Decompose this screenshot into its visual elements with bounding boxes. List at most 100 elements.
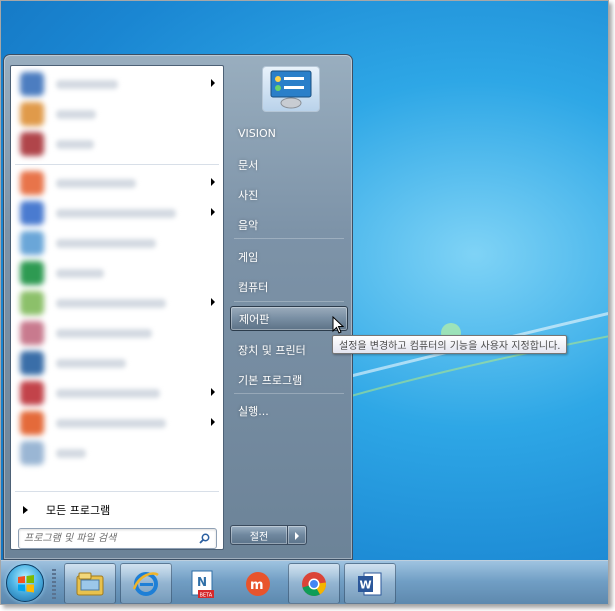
program-icon xyxy=(20,441,44,465)
program-item[interactable] xyxy=(14,229,221,257)
separator xyxy=(234,301,344,302)
separator xyxy=(15,164,219,165)
program-label xyxy=(56,328,152,338)
mouse-cursor-icon xyxy=(332,316,344,334)
program-label xyxy=(56,238,156,248)
program-icon xyxy=(20,132,44,156)
start-menu: 모든 프로그램 VISION 문서 사진 xyxy=(3,54,353,560)
menu-item-default-programs[interactable]: 기본 프로그램 xyxy=(230,367,348,392)
program-icon xyxy=(20,171,44,195)
menu-item-devices-printers[interactable]: 장치 및 프린터 xyxy=(230,337,348,362)
submenu-arrow-icon[interactable] xyxy=(211,388,215,396)
word-icon: W xyxy=(358,572,382,595)
submenu-arrow-icon[interactable] xyxy=(211,178,215,186)
program-label xyxy=(56,178,136,188)
taskbar-word-button[interactable]: W xyxy=(344,563,396,604)
program-label xyxy=(56,388,160,398)
program-icon xyxy=(20,411,44,435)
program-item[interactable] xyxy=(14,169,221,197)
submenu-arrow-icon[interactable] xyxy=(211,418,215,426)
menu-item-label: 문서 xyxy=(238,158,259,172)
taskbar-meebo-button[interactable]: m xyxy=(232,563,284,604)
chrome-icon xyxy=(302,571,326,596)
search-icon[interactable] xyxy=(199,533,210,544)
control-panel-picture-icon xyxy=(270,70,312,109)
program-icon xyxy=(20,291,44,315)
control-panel-tooltip: 설정을 변경하고 컴퓨터의 기능을 사용자 지정합니다. xyxy=(332,335,568,354)
program-item[interactable] xyxy=(14,259,221,287)
screenshot-frame: 모든 프로그램 VISION 문서 사진 xyxy=(0,0,609,605)
program-label xyxy=(56,358,126,368)
menu-item-label: 기본 프로그램 xyxy=(238,373,303,387)
wallpaper-light-streak xyxy=(331,311,608,397)
program-item[interactable] xyxy=(14,349,221,377)
program-label xyxy=(56,298,166,308)
program-item[interactable] xyxy=(14,199,221,227)
program-icon xyxy=(20,231,44,255)
program-icon xyxy=(20,72,44,96)
menu-item-games[interactable]: 게임 xyxy=(230,244,348,269)
program-label xyxy=(56,139,94,149)
program-icon xyxy=(20,102,44,126)
shutdown-button[interactable]: 절전 xyxy=(230,525,288,545)
menu-item-label: 사진 xyxy=(238,188,259,202)
svg-text:N: N xyxy=(197,575,207,589)
user-picture[interactable] xyxy=(262,66,320,112)
taskbar-note-button[interactable]: N BETA xyxy=(176,563,228,604)
program-label xyxy=(56,109,96,119)
programs-pane: 모든 프로그램 xyxy=(10,65,224,550)
menu-item-label: 음악 xyxy=(238,218,259,232)
program-label xyxy=(56,79,118,89)
menu-item-label: VISION xyxy=(238,127,276,140)
separator xyxy=(15,491,219,492)
program-item[interactable] xyxy=(14,409,221,437)
program-item[interactable] xyxy=(14,439,221,467)
program-label xyxy=(56,268,104,278)
search-box[interactable] xyxy=(18,528,217,549)
menu-item-run[interactable]: 실행... xyxy=(230,398,348,423)
svg-text:m: m xyxy=(250,578,264,593)
program-item[interactable] xyxy=(14,289,221,317)
menu-item-vision[interactable]: VISION xyxy=(230,121,348,146)
separator xyxy=(234,238,344,239)
taskbar: N BETA m W xyxy=(1,560,608,604)
program-label xyxy=(56,418,166,428)
program-item[interactable] xyxy=(14,70,221,98)
all-programs-label: 모든 프로그램 xyxy=(46,504,111,517)
taskbar-grip[interactable] xyxy=(52,569,56,599)
taskbar-chrome-button[interactable] xyxy=(288,563,340,604)
program-item[interactable] xyxy=(14,100,221,128)
menu-item-computer[interactable]: 컴퓨터 xyxy=(230,274,348,299)
submenu-arrow-icon[interactable] xyxy=(211,298,215,306)
meebo-icon: m xyxy=(246,571,270,596)
menu-item-label: 제어판 xyxy=(239,312,270,326)
taskbar-ie-button[interactable] xyxy=(120,563,172,604)
menu-item-control-panel[interactable]: 제어판 xyxy=(230,306,348,331)
all-programs-button[interactable]: 모든 프로그램 xyxy=(15,498,221,522)
start-button[interactable] xyxy=(6,564,44,602)
menu-item-label: 게임 xyxy=(238,250,259,264)
taskbar-explorer-button[interactable] xyxy=(64,563,116,604)
windows-logo-icon xyxy=(18,575,34,593)
menu-item-documents[interactable]: 문서 xyxy=(230,152,348,177)
menu-item-pictures[interactable]: 사진 xyxy=(230,182,348,207)
program-item[interactable] xyxy=(14,319,221,347)
search-input[interactable] xyxy=(24,531,194,546)
svg-text:BETA: BETA xyxy=(200,592,213,598)
menu-item-label: 컴퓨터 xyxy=(238,280,269,294)
program-item[interactable] xyxy=(14,379,221,407)
menu-item-label: 장치 및 프린터 xyxy=(238,343,306,357)
naver-note-icon: N BETA xyxy=(191,570,214,598)
svg-text:W: W xyxy=(360,578,372,591)
program-item[interactable] xyxy=(14,130,221,158)
all-programs-arrow-icon xyxy=(23,506,28,514)
program-icon xyxy=(20,201,44,225)
program-label xyxy=(56,448,86,458)
submenu-arrow-icon[interactable] xyxy=(211,79,215,87)
program-icon xyxy=(20,261,44,285)
submenu-arrow-icon[interactable] xyxy=(211,208,215,216)
program-label xyxy=(56,208,176,218)
program-icon xyxy=(20,321,44,345)
menu-item-music[interactable]: 음악 xyxy=(230,212,348,237)
shutdown-options-button[interactable] xyxy=(288,525,307,545)
